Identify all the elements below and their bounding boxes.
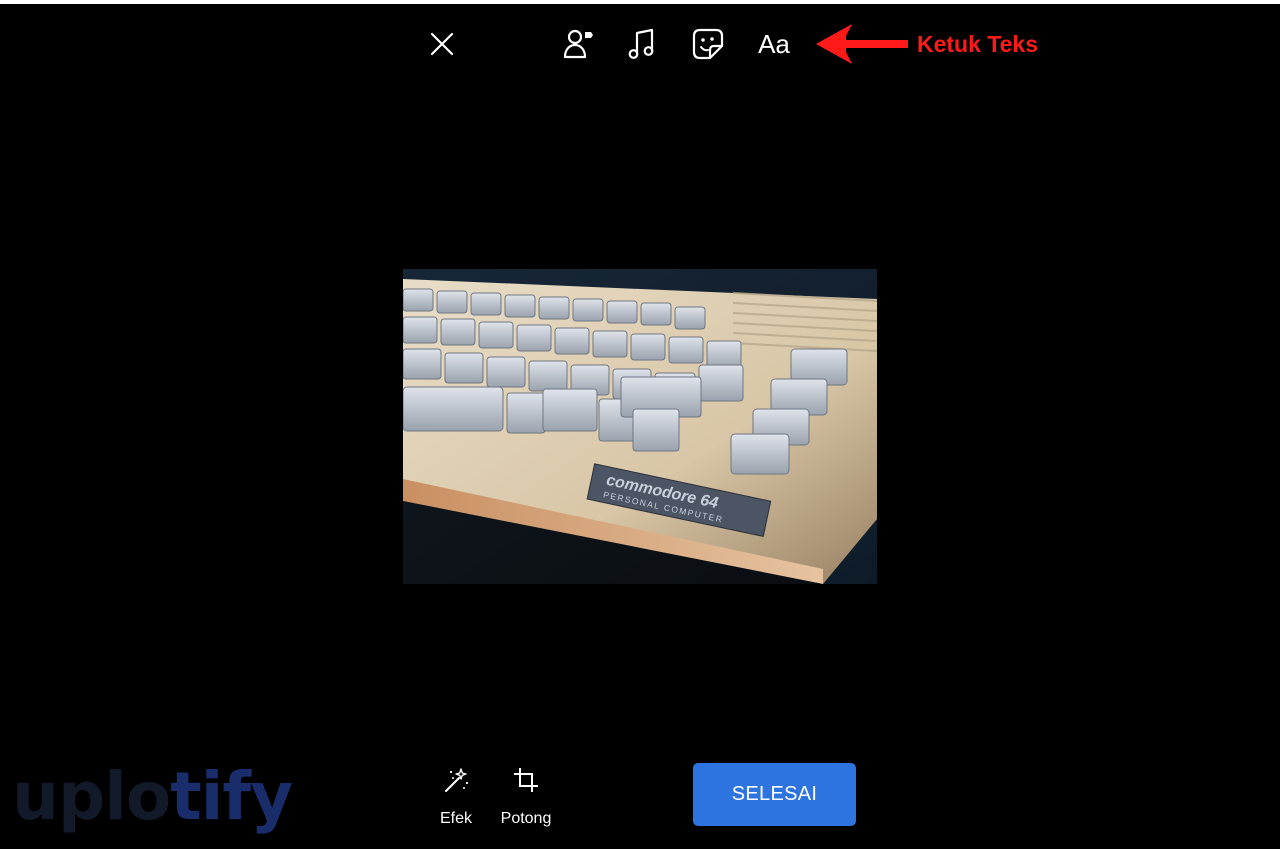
annotation-arrow-icon: [816, 24, 908, 64]
status-strip: [0, 0, 1280, 4]
crop-tool-button[interactable]: Potong: [496, 766, 556, 828]
effects-tool-button[interactable]: Efek: [436, 766, 476, 828]
music-note-icon[interactable]: [622, 24, 662, 64]
watermark-part2: tify: [170, 758, 293, 835]
close-icon[interactable]: [424, 26, 460, 62]
crop-icon: [512, 766, 540, 794]
edited-photo: commodore 64 PERSONAL COMPUTER: [403, 269, 877, 584]
text-tool-button[interactable]: Aa: [752, 24, 796, 64]
effects-label: Efek: [439, 810, 472, 827]
watermark-logo: uplotify: [12, 757, 293, 837]
annotation-label: Ketuk Teks: [917, 31, 1039, 57]
photo-editor-screen: Aa Ketuk Teks commodore 64 PERSONAL COMP…: [0, 0, 1280, 849]
watermark-part1: uplo: [12, 758, 171, 835]
sticker-icon[interactable]: [688, 24, 728, 64]
tag-people-icon[interactable]: [558, 24, 598, 64]
crop-label: Potong: [500, 810, 552, 827]
magic-wand-icon: [442, 766, 470, 794]
done-button[interactable]: SELESAI: [693, 763, 856, 826]
